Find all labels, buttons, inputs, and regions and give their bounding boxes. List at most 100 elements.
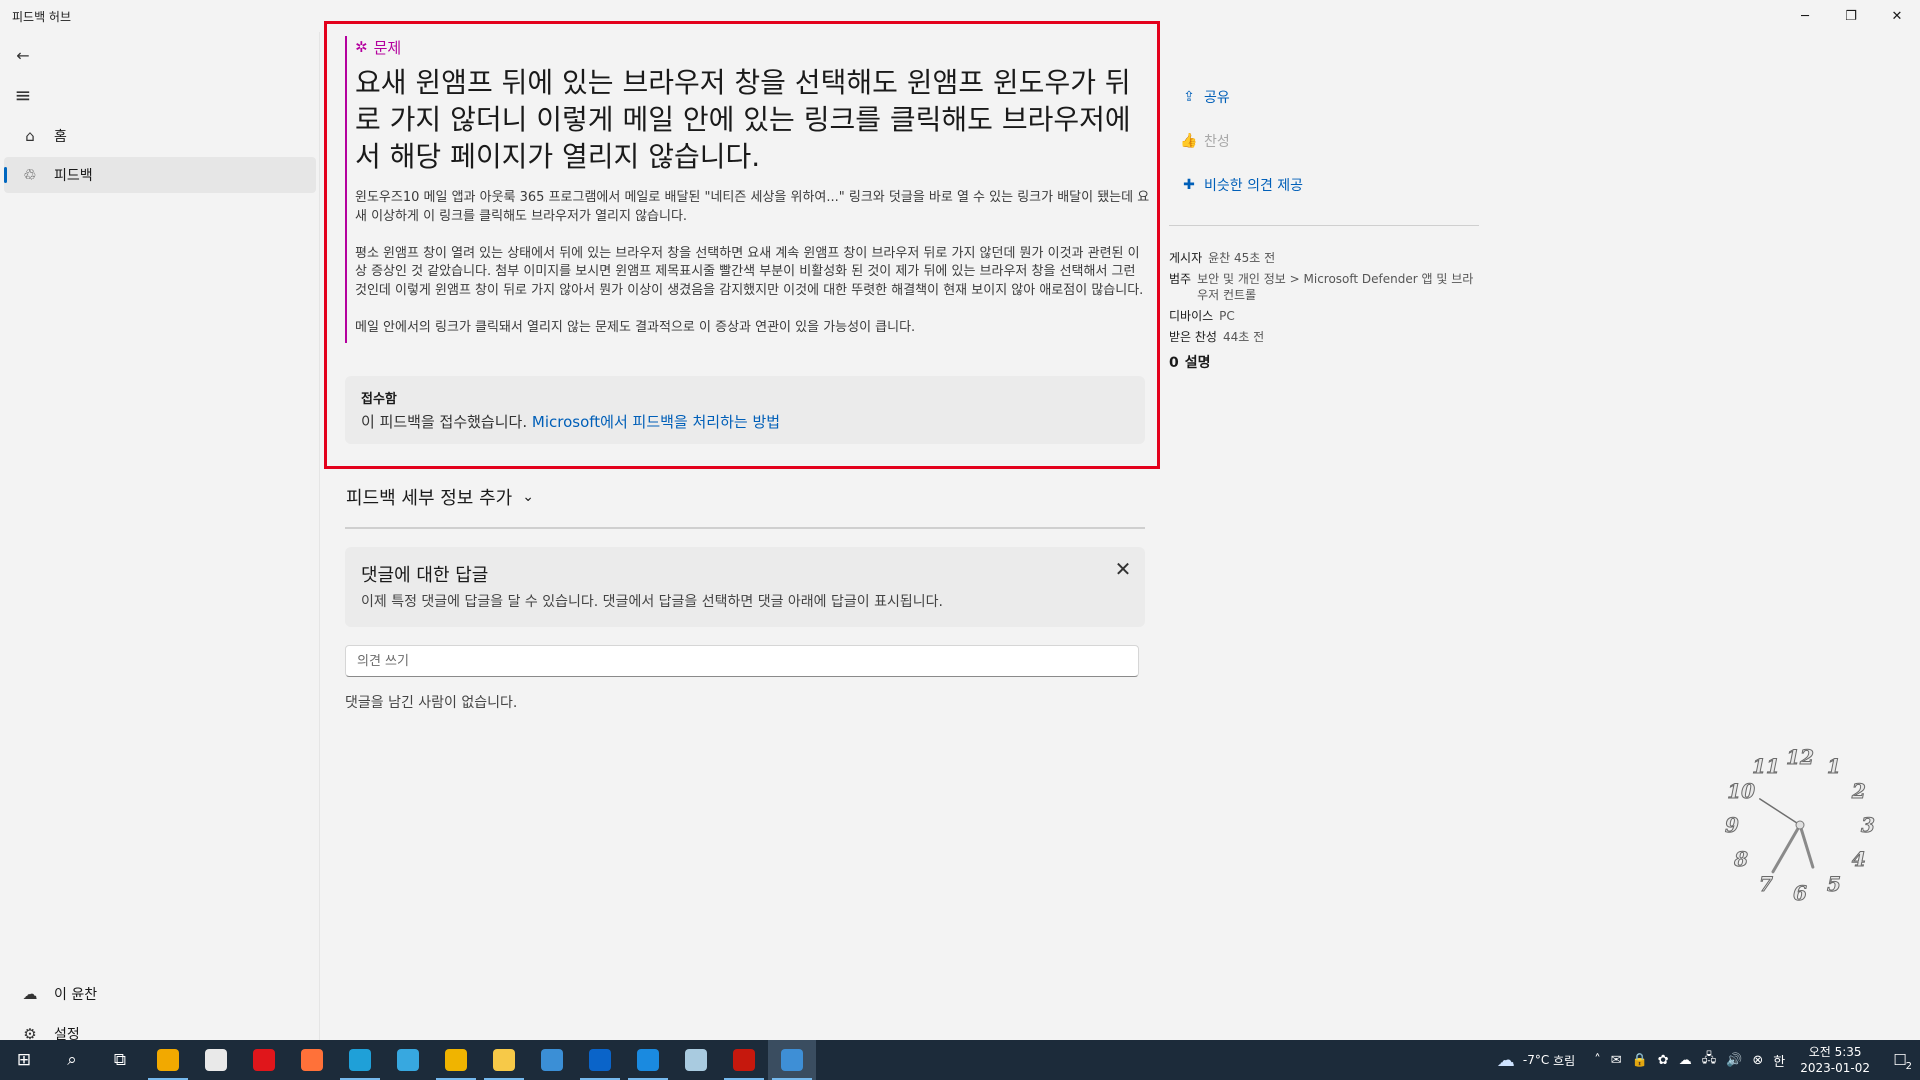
taskbar-app-button[interactable]	[624, 1040, 672, 1080]
hour-hand	[1798, 823, 1815, 869]
taskbar-app-button[interactable]	[528, 1040, 576, 1080]
taskbar-date: 2023-01-02	[1800, 1061, 1870, 1075]
taskbar-app-button[interactable]	[672, 1040, 720, 1080]
search-icon: ⌕	[67, 1050, 77, 1070]
mail-tray-icon[interactable]: ✉	[1611, 1053, 1622, 1068]
divider	[1169, 225, 1479, 226]
home-icon: ⌂	[25, 127, 35, 145]
clock-center	[1795, 820, 1805, 830]
weather-widget[interactable]: ☁ -7°C 흐림	[1497, 1050, 1575, 1071]
lock-icon[interactable]: 🔒	[1632, 1053, 1648, 1068]
close-icon[interactable]: ✕	[1109, 555, 1137, 583]
clock-number: 11	[1752, 754, 1781, 779]
share-icon: ⇪	[1183, 89, 1195, 105]
add-feedback-icon: ✚	[1183, 177, 1195, 193]
weather-temp: -7°C	[1522, 1053, 1550, 1067]
feedback-metadata: 게시자 윤찬 45초 전 범주 보안 및 개인 정보 > Microsoft D…	[1169, 250, 1481, 371]
clock-number: 6	[1793, 881, 1808, 906]
clock-number: 5	[1827, 871, 1842, 896]
windows-logo-icon: ⊞	[16, 1050, 32, 1070]
share-button[interactable]: ⇪ 공유	[1180, 87, 1230, 107]
window-title: 피드백 허브	[12, 9, 72, 24]
onedrive-icon[interactable]: ☁	[1679, 1053, 1692, 1068]
post-title: 요새 윈앰프 뒤에 있는 브라우저 창을 선택해도 윈앰프 윈도우가 뒤로 가지…	[355, 66, 1131, 173]
give-similar-feedback-button[interactable]: ✚ 비슷한 의견 제공	[1180, 175, 1303, 195]
clock-number: 12	[1786, 745, 1815, 770]
nav-item-home[interactable]: ⌂ 홈	[4, 118, 316, 154]
title-bar: 피드백 허브 ─ ❐ ✕	[0, 0, 1920, 32]
edge-icon	[349, 1049, 371, 1071]
start-button[interactable]: ⊞	[0, 1040, 48, 1080]
app-tray-icon[interactable]: ✿	[1658, 1053, 1669, 1068]
taskbar-app-button[interactable]	[288, 1040, 336, 1080]
notification-center-button[interactable]: ☐ 2	[1880, 1040, 1920, 1080]
feedback-process-link[interactable]: Microsoft에서 피드백을 처리하는 방법	[532, 413, 780, 431]
status-text: 이 피드백을 접수했습니다.	[361, 413, 528, 431]
search-button[interactable]: ⌕	[48, 1040, 96, 1080]
taskbar-app-button[interactable]	[480, 1040, 528, 1080]
taskbar: ⊞ ⌕ ⧉ ☁ -7°C 흐림 ˄ ✉ 🔒 ✿ ☁ 🖧 🔊 ⊗ 한 오전 5:3…	[0, 1040, 1920, 1080]
chrome-icon	[445, 1049, 467, 1071]
clock-number: 7	[1759, 871, 1774, 896]
meta-value: 보안 및 개인 정보 > Microsoft Defender 앱 및 브라우저…	[1197, 272, 1474, 302]
bird-app-icon	[397, 1049, 419, 1071]
network-icon[interactable]: 🖧	[1702, 1049, 1717, 1071]
clock-number: 3	[1861, 813, 1876, 838]
show-hidden-icons-chevron-up-icon[interactable]: ˄	[1594, 1053, 1601, 1068]
status-tray-icon[interactable]: ⊗	[1752, 1053, 1763, 1068]
meta-row: 범주 보안 및 개인 정보 > Microsoft Defender 앱 및 브…	[1169, 271, 1481, 303]
taskbar-apps	[144, 1040, 816, 1080]
nav-item-label: 홈	[54, 129, 67, 145]
taskbar-app-button[interactable]	[720, 1040, 768, 1080]
meta-row: 받은 찬성 44초 전	[1169, 329, 1481, 345]
store-icon	[541, 1049, 563, 1071]
minimize-button[interactable]: ─	[1782, 0, 1828, 32]
meta-key: 디바이스	[1169, 309, 1214, 323]
comment-count-label: 설명	[1184, 355, 1211, 371]
taskbar-clock[interactable]: 오전 5:35 2023-01-02	[1800, 1044, 1870, 1076]
category-label: 문제	[373, 38, 402, 57]
close-window-button[interactable]: ✕	[1874, 0, 1920, 32]
taskbar-app-button[interactable]	[144, 1040, 192, 1080]
task-view-button[interactable]: ⧉	[96, 1040, 144, 1080]
notification-count: 2	[1905, 1061, 1912, 1072]
taskbar-app-button[interactable]	[384, 1040, 432, 1080]
meta-key: 받은 찬성	[1169, 330, 1217, 344]
comment-input[interactable]	[345, 645, 1139, 677]
taskbar-app-button[interactable]	[768, 1040, 816, 1080]
meta-key: 범주	[1169, 272, 1192, 286]
upvote-button[interactable]: 👍 찬성	[1180, 131, 1230, 151]
taskbar-app-button[interactable]	[576, 1040, 624, 1080]
tip-title: 댓글에 대한 답글	[361, 565, 489, 586]
volume-icon[interactable]: 🔊	[1726, 1053, 1742, 1068]
nav-item-account[interactable]: ☁ 이 윤찬	[4, 976, 316, 1012]
account-name: 이 윤찬	[54, 987, 98, 1003]
taskbar-app-button[interactable]	[192, 1040, 240, 1080]
back-arrow-icon[interactable]: ←	[8, 40, 38, 70]
mail-icon	[637, 1049, 659, 1071]
similar-feedback-label: 비슷한 의견 제공	[1204, 178, 1304, 194]
task-view-icon: ⧉	[113, 1050, 127, 1070]
post-category: ✲ 문제	[355, 36, 1151, 58]
post-body: 윈도우즈10 메일 앱과 아웃룩 365 프로그램에서 메일로 배달된 "네티즌…	[355, 189, 1151, 337]
outlook-icon	[589, 1049, 611, 1071]
feedback-icon: ♲	[23, 166, 37, 184]
clock-app-icon	[205, 1049, 227, 1071]
taskbar-app-button[interactable]	[240, 1040, 288, 1080]
upvote-label: 찬성	[1204, 134, 1230, 150]
clock-number: 8	[1734, 847, 1749, 872]
comment-count: 0 설명	[1169, 355, 1481, 371]
taskbar-app-button[interactable]	[432, 1040, 480, 1080]
second-hand	[1758, 798, 1801, 826]
window-controls: ─ ❐ ✕	[1782, 0, 1920, 32]
minute-hand	[1771, 823, 1802, 874]
status-title: 접수함	[361, 392, 397, 407]
taskbar-app-button[interactable]	[336, 1040, 384, 1080]
input-method-icon[interactable]: 한	[1773, 1051, 1785, 1070]
hamburger-menu-icon[interactable]: ≡	[8, 80, 38, 110]
add-feedback-details-expander[interactable]: 피드백 세부 정보 추가 ⌄	[346, 484, 534, 510]
notepad-icon	[685, 1049, 707, 1071]
nav-item-feedback[interactable]: ♲ 피드백	[4, 157, 316, 193]
restore-button[interactable]: ❐	[1828, 0, 1874, 32]
share-label: 공유	[1204, 90, 1230, 106]
